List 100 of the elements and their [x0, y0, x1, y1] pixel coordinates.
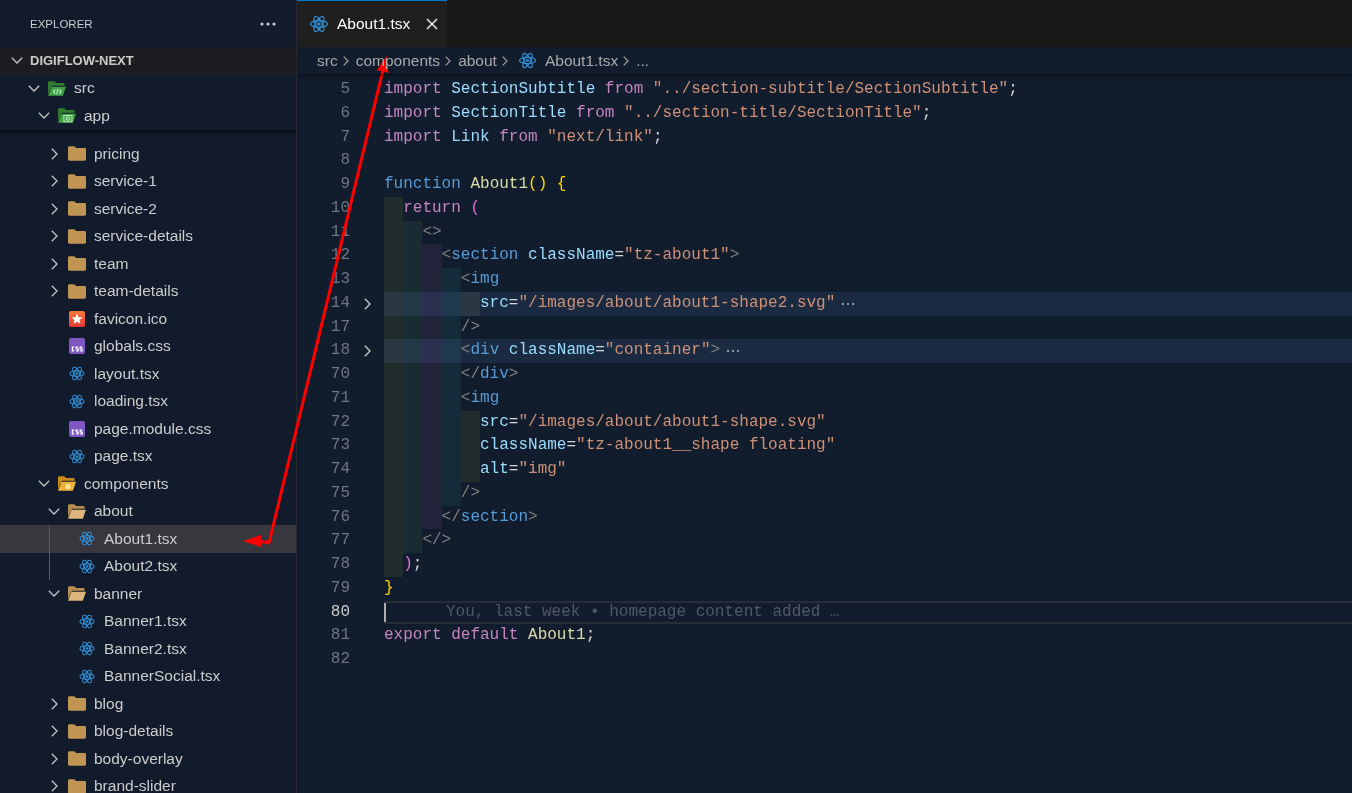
- folder-icon: [68, 173, 86, 189]
- line-number: 10: [329, 197, 350, 219]
- folder-tree-item[interactable]: components: [0, 470, 296, 498]
- folder-tree-item[interactable]: team-details: [0, 277, 296, 305]
- ellipsis-icon[interactable]: [726, 349, 741, 354]
- folder-tree-item[interactable]: service-details: [0, 222, 296, 250]
- folder-tree-item[interactable]: brand-slider: [0, 772, 296, 793]
- open-folder-icon: [68, 503, 86, 519]
- file-tree-item[interactable]: page.tsx: [0, 442, 296, 470]
- line-number: 80: [329, 601, 350, 623]
- folder-icon: [68, 146, 86, 162]
- line-number: 78: [329, 554, 350, 575]
- code-line: </>: [384, 529, 452, 553]
- chevron-right-icon[interactable]: [50, 257, 58, 270]
- code-line: </section>: [384, 505, 538, 530]
- chevron-right-icon[interactable]: [50, 697, 58, 710]
- chevron-right-icon[interactable]: [50, 202, 58, 215]
- file-tree-item[interactable]: BannerSocial.tsx: [0, 662, 296, 690]
- code-line: import SectionSubtitle from "../section-subtitle/SectionSubtitle";: [384, 79, 1018, 100]
- chevron-right-icon[interactable]: [50, 147, 58, 160]
- folder-tree-item[interactable]: body-overlay: [0, 745, 296, 773]
- css-file-icon: [69, 420, 85, 437]
- folder-tree-item[interactable]: team: [0, 250, 296, 278]
- code-line: </div>: [384, 363, 519, 387]
- folder-tree-item[interactable]: src: [0, 74, 296, 102]
- close-icon[interactable]: [426, 18, 438, 30]
- folder-tree-item[interactable]: app: [0, 102, 296, 130]
- file-tree-item[interactable]: Banner1.tsx: [0, 607, 296, 635]
- chevron-down-icon[interactable]: [48, 590, 60, 598]
- fold-chevron-icon[interactable]: [363, 345, 371, 358]
- folder-icon: [68, 201, 86, 217]
- line-number: 7: [339, 126, 350, 148]
- line-number: 79: [329, 577, 350, 599]
- folder-tree-item[interactable]: service-2: [0, 195, 296, 223]
- open-folder-icon: [68, 586, 86, 602]
- text-cursor: [384, 602, 386, 623]
- breadcrumb-item[interactable]: ...: [636, 51, 650, 70]
- line-number: 6: [339, 102, 350, 124]
- code-line: alt="img": [384, 458, 567, 482]
- chevron-down-icon[interactable]: [11, 57, 23, 65]
- code-line: className="tz-about1__shape floating": [384, 434, 836, 458]
- chevron-right-icon[interactable]: [50, 725, 58, 738]
- folder-tree-item[interactable]: service-1: [0, 167, 296, 195]
- chevron-right-icon[interactable]: [50, 780, 58, 793]
- file-tree-item[interactable]: layout.tsx: [0, 360, 296, 388]
- chevron-down-icon[interactable]: [38, 480, 50, 488]
- component-folder-icon: [58, 476, 76, 492]
- file-tree-item[interactable]: favicon.ico: [0, 305, 296, 333]
- chevron-down-icon[interactable]: [38, 112, 50, 120]
- file-tree-item[interactable]: page.module.css: [0, 415, 296, 443]
- gear-folder-icon: [58, 108, 76, 124]
- file-tree-item[interactable]: About1.tsx: [0, 525, 296, 553]
- folder-tree-item[interactable]: blog-details: [0, 717, 296, 745]
- line-number: 73: [329, 435, 350, 457]
- editor-tab[interactable]: About1.tsx: [297, 0, 447, 47]
- code-line: <img: [384, 268, 500, 292]
- code-line: src="/images/about/about1-shape.svg": [384, 410, 826, 435]
- line-number: 17: [329, 316, 350, 338]
- code-folder-icon: [48, 80, 66, 96]
- folder-tree-item[interactable]: blog: [0, 690, 296, 718]
- folder-tree-item[interactable]: pricing: [0, 140, 296, 168]
- project-root-header[interactable]: DIGIFLOW-NEXT: [0, 47, 296, 75]
- folder-tree-item[interactable]: banner: [0, 580, 296, 608]
- css-file-icon: [69, 338, 85, 355]
- line-number: 9: [339, 174, 350, 195]
- file-tree-item[interactable]: Banner2.tsx: [0, 635, 296, 663]
- line-number: 14: [329, 292, 350, 314]
- line-number: 72: [329, 411, 350, 433]
- chevron-down-icon[interactable]: [28, 84, 40, 92]
- chevron-down-icon[interactable]: [48, 507, 60, 515]
- more-actions-icon[interactable]: [260, 21, 276, 26]
- folder-icon: [68, 228, 86, 244]
- chevron-right-icon[interactable]: [50, 230, 58, 243]
- chevron-right-icon: [623, 55, 630, 66]
- breadcrumb-item[interactable]: about: [458, 51, 497, 70]
- breadcrumb-item[interactable]: src: [317, 51, 338, 70]
- fold-chevron-icon[interactable]: [363, 297, 371, 310]
- line-number: 75: [329, 482, 350, 504]
- code-line: import SectionTitle from "../section-title/SectionTitle";: [384, 102, 932, 124]
- chevron-right-icon[interactable]: [50, 285, 58, 298]
- ellipsis-icon[interactable]: [841, 301, 856, 306]
- code-line: <>: [384, 220, 442, 245]
- folder-icon: [68, 723, 86, 739]
- folder-icon: [68, 778, 86, 793]
- file-tree-item[interactable]: About2.tsx: [0, 552, 296, 580]
- line-number: 74: [329, 459, 350, 480]
- code-line: import Link from "next/link";: [384, 126, 663, 148]
- folder-tree-item[interactable]: about: [0, 497, 296, 525]
- code-line: <section className="tz-about1">: [384, 244, 740, 268]
- chevron-right-icon[interactable]: [50, 752, 58, 765]
- code-line: return (: [384, 196, 481, 221]
- code-line: <div className="container">: [384, 339, 721, 363]
- file-tree-item[interactable]: globals.css: [0, 332, 296, 360]
- code-line: <img: [384, 386, 500, 411]
- file-tree-item[interactable]: loading.tsx: [0, 387, 296, 415]
- breadcrumb-item[interactable]: About1.tsx: [514, 51, 619, 70]
- chevron-right-icon[interactable]: [50, 175, 58, 188]
- chevron-right-icon: [445, 55, 452, 66]
- chevron-right-icon: [342, 55, 349, 66]
- line-number: 76: [329, 506, 350, 528]
